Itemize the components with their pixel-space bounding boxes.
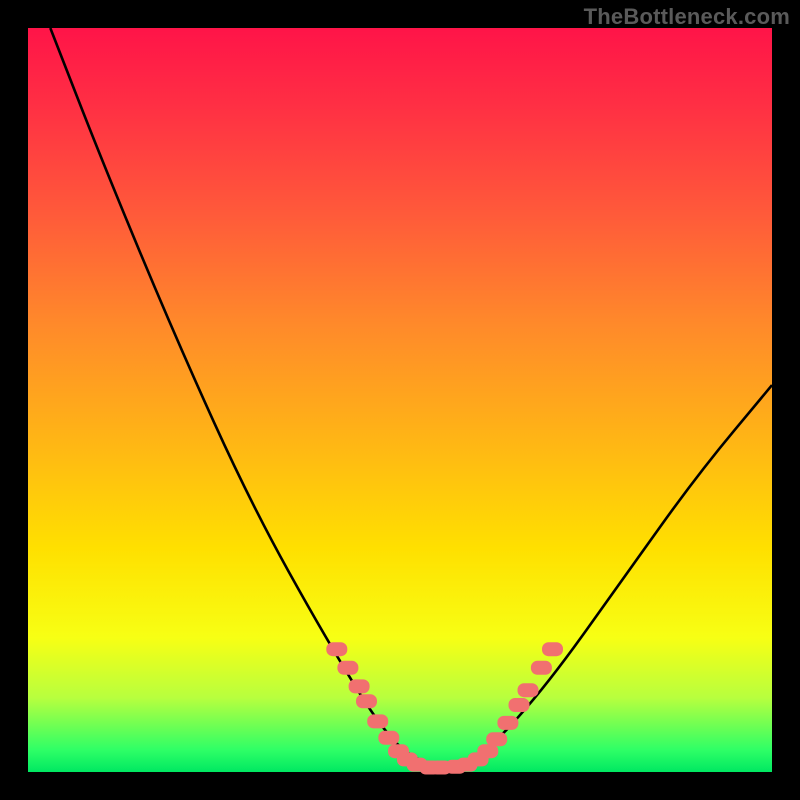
curve-line (50, 28, 772, 765)
plot-area (28, 28, 772, 772)
highlight-marker (349, 680, 369, 693)
highlight-marker (478, 745, 498, 758)
chart-frame: TheBottleneck.com (0, 0, 800, 800)
highlight-marker (509, 699, 529, 712)
highlight-marker (498, 716, 518, 729)
highlight-marker (357, 695, 377, 708)
highlight-markers (327, 643, 563, 774)
highlight-marker (379, 731, 399, 744)
highlight-marker (338, 661, 358, 674)
watermark-text: TheBottleneck.com (584, 4, 790, 30)
highlight-marker (543, 643, 563, 656)
highlight-marker (531, 661, 551, 674)
highlight-marker (518, 684, 538, 697)
highlight-marker (327, 643, 347, 656)
bottleneck-curve-svg (28, 28, 772, 772)
highlight-marker (487, 733, 507, 746)
bottleneck-curve-path (50, 28, 772, 765)
highlight-marker (368, 715, 388, 728)
